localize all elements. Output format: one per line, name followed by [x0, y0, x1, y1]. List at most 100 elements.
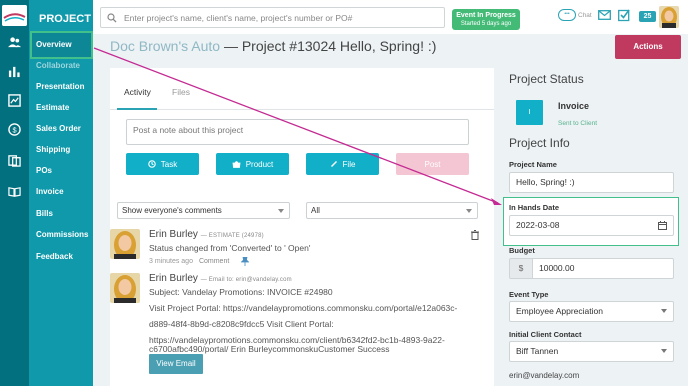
post-button[interactable]: Post	[396, 153, 469, 175]
type-filter-select[interactable]: All	[306, 202, 478, 219]
nav-item-bills[interactable]: Bills	[36, 209, 53, 218]
invoice-status-box[interactable]: I	[516, 100, 543, 125]
documents-icon[interactable]	[6, 152, 23, 169]
top-bar: Enter project's name, client's name, pro…	[93, 0, 688, 34]
feed-author: Erin Burley — Email to: erin@vandelay.co…	[149, 273, 292, 284]
note-input[interactable]: Post a note about this project	[126, 119, 469, 145]
tab-files[interactable]: Files	[172, 87, 190, 97]
budget-label: Budget	[509, 246, 535, 255]
project-name-field[interactable]: Hello, Spring! :)	[509, 172, 674, 193]
users-icon[interactable]	[6, 34, 23, 51]
panel-tabs: Activity Files	[110, 83, 494, 110]
feed-meta: 3 minutes ago Comment	[149, 258, 229, 265]
chat-button[interactable]: ••• Chat	[558, 9, 592, 21]
search-placeholder: Enter project's name, client's name, pro…	[124, 12, 353, 23]
view-email-button[interactable]: View Email	[149, 354, 203, 374]
book-icon[interactable]	[6, 183, 23, 200]
currency-addon: $	[509, 258, 533, 279]
feed-tag: — ESTIMATE (24978)	[200, 233, 264, 239]
nav-item-estimate[interactable]: Estimate	[36, 103, 69, 112]
author-avatar	[110, 273, 140, 303]
feed-text: Status changed from 'Converted' to ' Ope…	[149, 243, 311, 253]
nav-item-pos[interactable]: POs	[36, 166, 52, 175]
in-hands-date-value: 2022-03-08	[516, 220, 560, 230]
nav-title: PROJECT	[39, 13, 91, 25]
nav-item-overview[interactable]: Overview	[36, 40, 72, 49]
project-name-label: Project Name	[509, 160, 557, 169]
chevron-down-icon	[278, 209, 284, 213]
activity-panel: Activity Files Post a note about this pr…	[110, 68, 494, 386]
task-button-label: Task	[160, 159, 178, 169]
calendar-icon[interactable]	[658, 221, 667, 230]
pin-icon[interactable]	[241, 257, 249, 266]
finance-icon[interactable]	[6, 92, 23, 109]
email-body-line: d889-48f4-8b9d-c8208c9fdcc5 Visit Client…	[149, 319, 334, 329]
feed-author: Erin Burley — ESTIMATE (24978)	[149, 229, 264, 240]
nav-item-feedback[interactable]: Feedback	[36, 252, 73, 261]
file-button-label: File	[342, 159, 356, 169]
nav-item-invoice[interactable]: Invoice	[36, 187, 64, 196]
vandelay-logo[interactable]	[2, 5, 27, 26]
trash-icon[interactable]	[471, 230, 479, 240]
event-type-select[interactable]: Employee Appreciation	[509, 301, 674, 322]
in-hands-date-label: In Hands Date	[509, 203, 560, 212]
tab-activity[interactable]: Activity	[124, 87, 151, 97]
feed-author-name: Erin Burley	[149, 229, 198, 240]
nav-item-shipping[interactable]: Shipping	[36, 145, 70, 154]
comments-filter-value: Show everyone's comments	[122, 206, 222, 215]
chevron-down-icon	[661, 349, 667, 353]
feed-time: 3 minutes ago	[149, 258, 193, 265]
client-contact-email: erin@vandelay.com	[509, 371, 580, 380]
icon-rail: $	[0, 0, 29, 386]
comment-link[interactable]: Comment	[199, 258, 229, 265]
nav-item-presentation[interactable]: Presentation	[36, 82, 84, 91]
search-icon	[107, 12, 117, 22]
client-name-link[interactable]: Doc Brown's Auto	[110, 38, 220, 54]
comments-filter-select[interactable]: Show everyone's comments	[117, 202, 290, 219]
feed-tag: — Email to: erin@vandelay.com	[200, 277, 292, 283]
project-status-heading: Project Status	[509, 72, 584, 86]
event-type-value: Employee Appreciation	[516, 306, 603, 316]
search-input[interactable]: Enter project's name, client's name, pro…	[100, 7, 445, 28]
user-avatar[interactable]	[659, 6, 679, 28]
author-avatar	[110, 229, 140, 259]
budget-field[interactable]: 10000.00	[532, 258, 674, 279]
dollar-circle-icon[interactable]: $	[6, 121, 23, 138]
task-button[interactable]: Task	[126, 153, 199, 175]
invoice-status-label: Invoice	[558, 101, 590, 111]
chevron-down-icon	[661, 309, 667, 313]
status-badge[interactable]: Event In Progress Started 5 days ago	[452, 9, 520, 30]
active-tab-underline	[117, 108, 157, 110]
nav-item-sales-order[interactable]: Sales Order	[36, 124, 81, 133]
in-hands-date-field[interactable]: 2022-03-08	[509, 215, 674, 236]
tasks-check-icon[interactable]	[618, 9, 630, 22]
chart-bars-icon[interactable]	[6, 63, 23, 80]
actions-button[interactable]: Actions	[615, 35, 681, 59]
client-contact-label: Initial Client Contact	[509, 330, 582, 339]
app-window: $ PROJECT Overview Collaborate Presentat…	[0, 0, 688, 386]
task-count-badge[interactable]: 25	[639, 11, 656, 22]
invoice-status-sub: Sent to Client	[558, 120, 598, 127]
svg-text:$: $	[12, 125, 16, 134]
file-button[interactable]: File	[306, 153, 379, 175]
attach-icon	[330, 161, 337, 167]
product-button-label: Product	[245, 159, 274, 169]
page-title: Doc Brown's Auto — Project #13024 Hello,…	[110, 38, 436, 54]
clock-icon	[148, 160, 156, 168]
chevron-down-icon	[466, 209, 472, 213]
client-contact-select[interactable]: Biff Tannen	[509, 341, 674, 362]
chat-label: Chat	[578, 11, 592, 19]
mail-icon[interactable]	[598, 10, 611, 20]
status-badge-title: Event In Progress	[456, 12, 516, 19]
client-contact-value: Biff Tannen	[516, 346, 559, 356]
project-info-heading: Project Info	[509, 136, 570, 150]
event-type-label: Event Type	[509, 290, 549, 299]
feed-author-name: Erin Burley	[149, 273, 198, 284]
nav-item-commissions[interactable]: Commissions	[36, 230, 88, 239]
product-button[interactable]: Product	[216, 153, 289, 175]
chat-bubble-icon: •••	[558, 9, 576, 21]
email-body-line: c6700afbc490/portal/ Erin Burleycommonsk…	[149, 344, 390, 354]
email-body-line: Visit Project Portal: https://vandelaypr…	[149, 303, 458, 313]
nav-item-collaborate[interactable]: Collaborate	[36, 61, 80, 70]
email-subject: Subject: Vandelay Promotions: INVOICE #2…	[149, 287, 333, 297]
